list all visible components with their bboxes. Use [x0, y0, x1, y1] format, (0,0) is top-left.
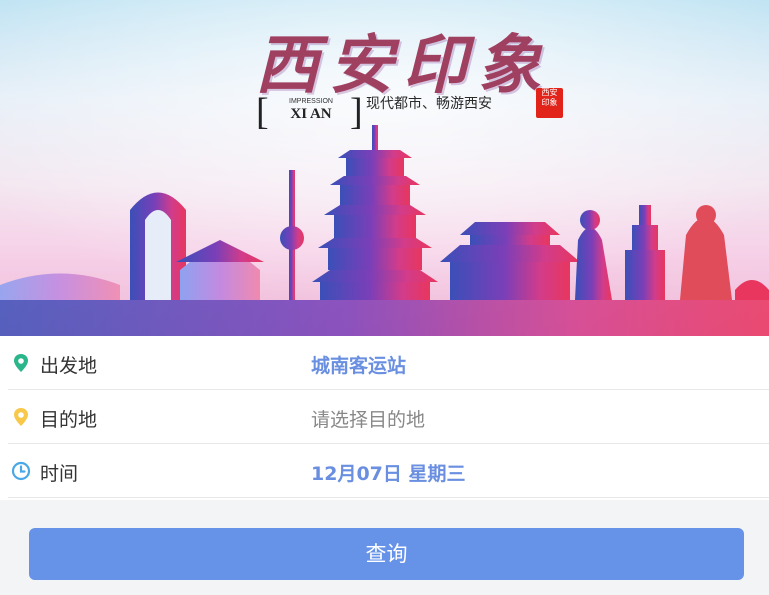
destination-label: 目的地: [40, 409, 98, 431]
time-value[interactable]: 12月07日 星期三: [311, 459, 466, 486]
time-row[interactable]: 时间 12月07日 星期三: [8, 444, 769, 498]
impression-label: IMPRESSION: [289, 98, 333, 105]
location-pin-icon: [14, 408, 28, 426]
departure-row[interactable]: 出发地 城南客运站: [8, 336, 769, 390]
bracket-right: ]: [350, 91, 363, 133]
query-button[interactable]: 查询: [29, 528, 744, 580]
clock-icon: [11, 461, 31, 481]
xian-label: XI AN: [290, 106, 332, 122]
destination-placeholder[interactable]: 请选择目的地: [311, 405, 425, 432]
destination-row[interactable]: 目的地 请选择目的地: [8, 390, 769, 444]
impression-xian-mark: IMPRESSION XI AN: [258, 92, 364, 128]
departure-value[interactable]: 城南客运站: [311, 351, 406, 378]
time-label: 时间: [40, 463, 79, 485]
red-seal-stamp: 西安 印象: [536, 88, 563, 118]
hero-banner: 西安印象 [ IMPRESSION XI AN ] 现代都市、畅游西安 西安 印象: [0, 0, 769, 336]
banner-slogan: 现代都市、畅游西安: [366, 96, 492, 112]
departure-label: 出发地: [40, 355, 98, 377]
search-form: 出发地 城南客运站 目的地 请选择目的地 时间 12月07日 星期三: [0, 336, 769, 500]
location-pin-icon: [14, 354, 28, 372]
